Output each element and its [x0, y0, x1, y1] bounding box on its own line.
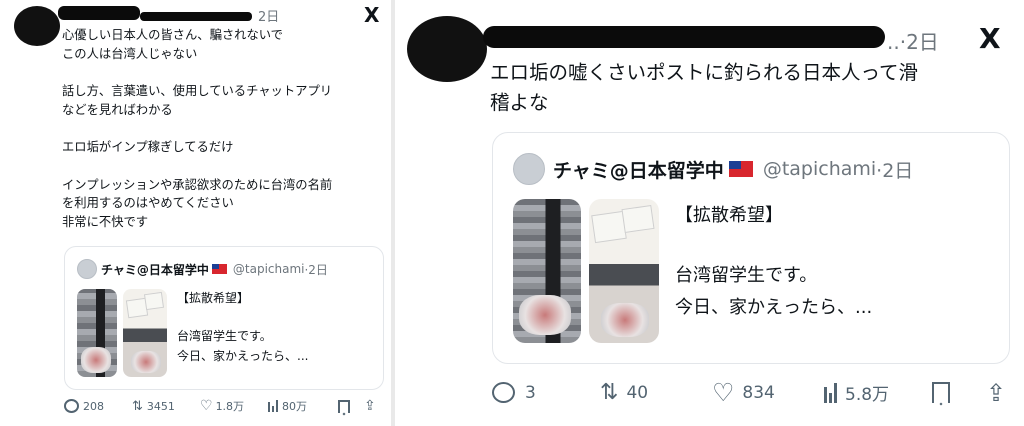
quoted-text-line-3: 今日、家かえったら、... [177, 349, 309, 363]
taiwan-flag-icon [728, 161, 753, 177]
reply-button[interactable]: 3 [492, 382, 600, 403]
quoted-text-line-2: 台湾留学生です。 [675, 265, 818, 286]
quoted-text-line-1: 【拡散希望】 [177, 291, 250, 305]
share-button[interactable]: ⇪ [986, 379, 1006, 407]
reply-icon [492, 382, 515, 403]
quoted-post-card[interactable]: チャミ@日本留学中 @tapichami ·2日 【拡散希望】 台湾留学生です。… [492, 132, 1010, 364]
bookmark-button[interactable] [338, 399, 364, 413]
bookmark-icon [932, 382, 950, 403]
quoted-author-handle[interactable]: @tapichami [763, 158, 876, 180]
heart-icon: ♡ [200, 398, 213, 414]
quoted-avatar[interactable] [513, 153, 545, 185]
left-post-screenshot: 2日 X 心優しい日本人の皆さん、騙されないで この人は台湾人じゃない 話し方、… [0, 0, 391, 426]
quoted-author-name[interactable]: チャミ@日本留学中 [553, 156, 724, 183]
quoted-post-header: チャミ@日本留学中 @tapichami ·2日 [513, 153, 913, 185]
post-time: ..·2日 [887, 30, 939, 54]
x-logo-icon[interactable]: X [364, 3, 379, 27]
quoted-media-image-2[interactable] [123, 289, 167, 377]
repost-count: 40 [626, 382, 649, 403]
post-text: エロ垢の嘘くさいポストに釣られる日本人って滑 稽よな [490, 61, 919, 114]
repost-button[interactable]: ⇅ 40 [600, 380, 712, 405]
post-actions-bar: 208 ⇅ 3451 ♡ 1.8万 80万 ⇪ [64, 398, 376, 414]
reply-count: 3 [525, 382, 536, 403]
repost-icon: ⇅ [132, 398, 143, 414]
quoted-text-line-2: 台湾留学生です。 [177, 329, 272, 343]
like-count: 1.8万 [215, 400, 245, 413]
bookmark-button[interactable] [932, 382, 986, 403]
taiwan-flag-icon [211, 264, 227, 274]
quoted-media-image-1[interactable] [77, 289, 117, 377]
post-text: 心優しい日本人の皆さん、騙されないで この人は台湾人じゃない 話し方、言葉遣い、… [62, 28, 333, 230]
view-count: 80万 [282, 400, 307, 413]
views-button[interactable]: 80万 [268, 398, 338, 414]
views-button[interactable]: 5.8万 [824, 380, 932, 405]
quoted-post-card[interactable]: チャミ@日本留学中 @tapichami ·2日 【拡散希望】 台湾留学生です。… [64, 246, 384, 390]
like-count: 834 [742, 382, 775, 403]
quoted-post-time: ·2日 [304, 262, 328, 277]
bookmark-icon [338, 399, 350, 413]
redacted-username-and-handle [483, 26, 885, 48]
redacted-username [58, 6, 140, 20]
quoted-post-header: チャミ@日本留学中 @tapichami ·2日 [77, 259, 328, 279]
quoted-author-name[interactable]: チャミ@日本留学中 [101, 261, 209, 278]
share-icon: ⇪ [986, 378, 1007, 407]
quoted-text-line-3: 今日、家かえったら、... [675, 297, 873, 318]
repost-button[interactable]: ⇅ 3451 [132, 399, 200, 414]
views-icon [824, 382, 837, 403]
redacted-avatar[interactable] [14, 6, 60, 46]
reply-button[interactable]: 208 [64, 399, 132, 413]
view-count: 5.8万 [845, 385, 890, 405]
views-icon [268, 400, 278, 412]
share-icon: ⇪ [364, 398, 376, 414]
quoted-media-image-2[interactable] [589, 199, 659, 343]
repost-icon: ⇅ [600, 380, 619, 405]
quoted-text-line-1: 【拡散希望】 [675, 205, 783, 226]
reply-count: 208 [83, 399, 104, 413]
x-logo-icon[interactable]: X [979, 22, 1001, 55]
quoted-avatar[interactable] [77, 259, 97, 279]
redacted-avatar[interactable] [407, 16, 487, 82]
heart-icon: ♡ [712, 378, 735, 407]
quoted-media-image-1[interactable] [513, 199, 581, 343]
reply-icon [64, 399, 79, 413]
quoted-author-handle[interactable]: @tapichami [233, 262, 305, 276]
share-button[interactable]: ⇪ [364, 398, 376, 414]
like-button[interactable]: ♡ 1.8万 [200, 398, 268, 414]
quoted-post-time: ·2日 [876, 159, 914, 182]
right-post-screenshot: ..·2日 X エロ垢の嘘くさいポストに釣られる日本人って滑 稽よな チャミ@日… [395, 0, 1024, 426]
like-button[interactable]: ♡ 834 [712, 378, 824, 407]
repost-count: 3451 [146, 399, 175, 413]
post-actions-bar: 3 ⇅ 40 ♡ 834 5.8万 ⇪ [492, 378, 1006, 407]
post-time: 2日 [258, 10, 280, 25]
redacted-handle [140, 12, 252, 21]
